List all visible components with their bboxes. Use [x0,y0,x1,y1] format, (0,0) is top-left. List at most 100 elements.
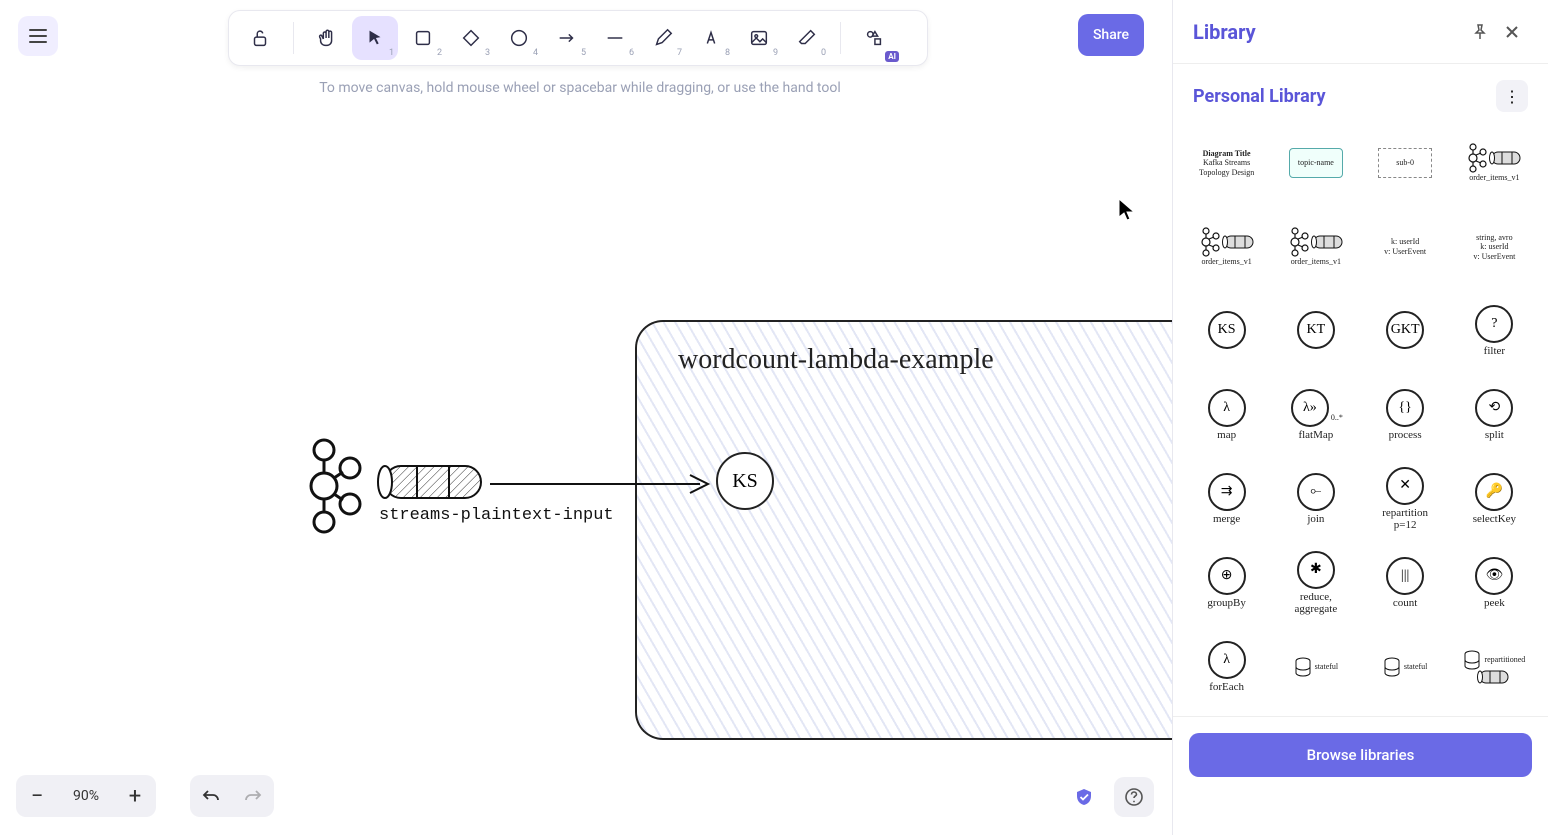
help-button[interactable] [1114,777,1154,817]
stream-input-label[interactable]: streams-plaintext-input [379,506,614,525]
library-item-peek[interactable]: 👁peek [1455,546,1534,620]
shortcut-key: 7 [677,48,682,58]
zoom-out-button[interactable]: − [16,775,58,817]
shortcut-key: 8 [725,48,730,58]
shortcut-key: 6 [629,48,634,58]
library-item-join[interactable]: ⟜join [1276,462,1355,536]
toolbar-separator [840,22,841,54]
diagram-title[interactable]: wordcount-lambda-example [678,344,994,376]
redo-button[interactable] [232,775,274,817]
diamond-tool[interactable]: 3 [448,16,494,60]
node-text: KS [732,470,758,493]
pencil-icon [652,27,674,49]
library-item-reduce-aggregate[interactable]: ✱reduce,aggregate [1276,546,1355,620]
panel-header: Library [1173,0,1548,64]
selection-tool[interactable]: 1 [352,16,398,60]
share-label: Share [1093,27,1129,43]
more-tools[interactable]: AI [851,16,897,60]
toolbar: 1 2 3 4 5 6 7 8 9 0 AI [228,10,928,66]
library-item-map[interactable]: λmap [1187,378,1266,452]
library-item-split[interactable]: ⟲split [1455,378,1534,452]
toolbar-separator [293,22,294,54]
kafka-logo-shape[interactable] [300,438,364,534]
hand-tool[interactable] [304,16,350,60]
undo-button[interactable] [190,775,232,817]
library-grid: Diagram TitleKafka Streams Topology Desi… [1173,116,1548,716]
shortcut-key: 2 [437,48,442,58]
line-icon [604,27,626,49]
shortcut-key: 5 [581,48,586,58]
zoom-value[interactable]: 90% [58,788,114,804]
image-icon [748,27,770,49]
library-item-gkt[interactable]: GKT [1366,294,1445,368]
library-item-filter[interactable]: ?filter [1455,294,1534,368]
library-item-groupby[interactable]: ⊕groupBy [1187,546,1266,620]
library-item-r7-1[interactable]: stateful [1276,630,1355,704]
shield-check-icon [1074,787,1094,807]
library-item-r7-2[interactable]: stateful [1366,630,1445,704]
pin-button[interactable] [1464,16,1496,48]
image-tool[interactable]: 9 [736,16,782,60]
hand-icon [316,27,338,49]
library-item-r7-0[interactable]: λforEach [1187,630,1266,704]
diamond-icon [460,27,482,49]
library-item-kt[interactable]: KT [1276,294,1355,368]
library-item-r2-0[interactable]: order_items_v1 [1187,210,1266,284]
close-panel-button[interactable] [1496,16,1528,48]
pin-icon [1472,24,1488,40]
shortcut-key: 9 [773,48,778,58]
library-item-r2-2[interactable]: k: userIdv: UserEvent [1366,210,1445,284]
panel-title: Library [1193,20,1464,44]
unlock-icon [249,27,271,49]
arrow-tool[interactable]: 5 [544,16,590,60]
zoom-in-button[interactable]: + [114,775,156,817]
library-item-r1-3[interactable]: order_items_v1 [1455,126,1534,200]
eraser-icon [796,27,818,49]
rectangle-tool[interactable]: 2 [400,16,446,60]
library-item-flatmap[interactable]: λ»0..*flatMap [1276,378,1355,452]
cursor-icon [364,27,386,49]
freedraw-tool[interactable]: 7 [640,16,686,60]
library-item-count[interactable]: |||count [1366,546,1445,620]
status-shield-button[interactable] [1064,777,1104,817]
library-item-r1-1[interactable]: topic-name [1276,126,1355,200]
shortcut-key: 3 [485,48,490,58]
shapes-icon [863,27,885,49]
library-item-selectkey[interactable]: 🔑selectKey [1455,462,1534,536]
ks-node[interactable]: KS [716,452,774,510]
library-item-ks[interactable]: KS [1187,294,1266,368]
shortcut-key: 1 [389,48,394,58]
topic-cylinder-shape[interactable] [377,464,489,500]
status-buttons [1064,777,1154,817]
share-button[interactable]: Share [1078,14,1144,56]
redo-icon [244,787,262,805]
help-icon [1124,787,1144,807]
library-item-r7-3[interactable]: repartitioned [1455,630,1534,704]
undo-redo-controls [190,775,274,817]
library-item-process[interactable]: {}process [1366,378,1445,452]
library-item-repartition-p-12[interactable]: ✕repartitionp=12 [1366,462,1445,536]
hamburger-menu-button[interactable] [18,16,58,56]
diagram-arrow[interactable] [490,472,714,496]
undo-icon [202,787,220,805]
ellipse-tool[interactable]: 4 [496,16,542,60]
text-icon [700,27,722,49]
library-item-r2-3[interactable]: string, avrok: userIdv: UserEvent [1455,210,1534,284]
lock-tool[interactable] [237,16,283,60]
browse-libraries-button[interactable]: Browse libraries [1189,733,1532,777]
shortcut-key: 4 [533,48,538,58]
mouse-cursor-icon [1118,198,1136,222]
section-title: Personal Library [1193,86,1496,107]
panel-footer: Browse libraries [1173,716,1548,792]
section-more-button[interactable]: ⋮ [1496,80,1528,112]
text-tool[interactable]: 8 [688,16,734,60]
shortcut-key: 0 [821,48,826,58]
library-panel: Library Personal Library ⋮ Diagram Title… [1172,0,1548,835]
library-item-r1-2[interactable]: sub-0 [1366,126,1445,200]
arrow-icon [556,27,578,49]
eraser-tool[interactable]: 0 [784,16,830,60]
library-item-r2-1[interactable]: order_items_v1 [1276,210,1355,284]
library-item-r1-0[interactable]: Diagram TitleKafka Streams Topology Desi… [1187,126,1266,200]
library-item-merge[interactable]: ⇉merge [1187,462,1266,536]
line-tool[interactable]: 6 [592,16,638,60]
